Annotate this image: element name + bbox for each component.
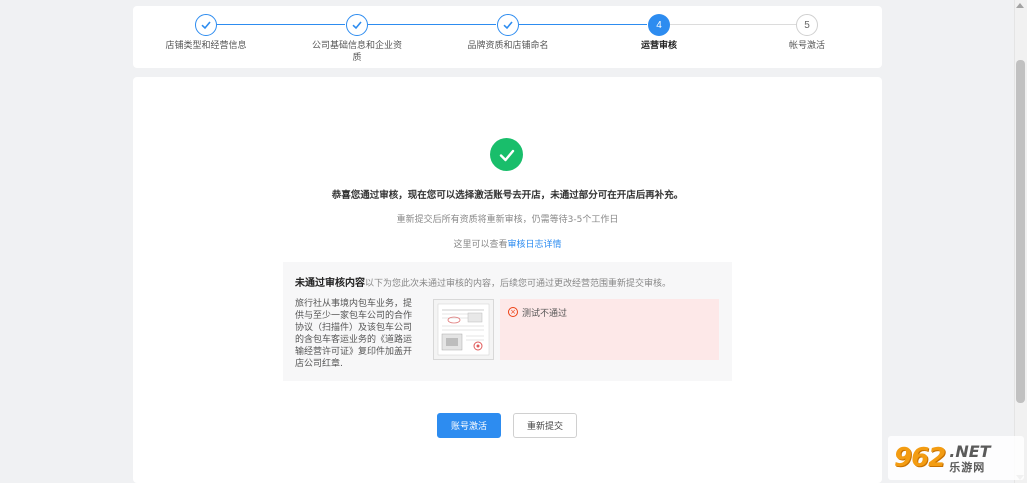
check-icon xyxy=(195,14,217,36)
step-2: 公司基础信息和企业资质 xyxy=(312,6,402,68)
document-image-icon xyxy=(434,300,493,359)
step-1: 店铺类型和经营信息 xyxy=(161,6,251,68)
watermark-right: .NET 乐游网 xyxy=(949,441,991,474)
rejection-reason: 测试不通过 xyxy=(522,309,568,319)
step-number: 4 xyxy=(648,14,670,36)
log-prefix: 这里可以查看 xyxy=(453,240,508,250)
step-label: 品牌资质和店铺命名 xyxy=(467,41,549,51)
step-label: 运营审核 xyxy=(640,41,677,51)
resubmit-button[interactable]: 重新提交 xyxy=(513,413,577,438)
success-message: 恭喜您通过审核，现在您可以选择激活账号去开店，未通过部分可在开店后再补充。 xyxy=(331,190,684,201)
watermark-number: 962 xyxy=(894,443,946,473)
site-watermark: 962 .NET 乐游网 xyxy=(888,436,1024,480)
step-label: 帐号激活 xyxy=(788,41,825,51)
check-icon xyxy=(346,14,368,36)
check-icon xyxy=(497,14,519,36)
review-result-card: 恭喜您通过审核，现在您可以选择激活账号去开店，未通过部分可在开店后再补充。 重新… xyxy=(133,77,882,483)
log-row: 这里可以查看审核日志详情 xyxy=(133,237,882,250)
watermark-site: 乐游网 xyxy=(949,460,986,474)
step-label: 公司基础信息和企业资质 xyxy=(312,41,402,62)
activate-account-button[interactable]: 账号激活 xyxy=(437,413,501,438)
watermark-suffix: .NET xyxy=(949,441,991,461)
steps-bar: 店铺类型和经营信息 公司基础信息和企业资质 品牌资质和店铺命名 4 运营审核 5… xyxy=(133,6,882,68)
scroll-up-icon[interactable] xyxy=(1016,3,1024,8)
document-thumbnail[interactable] xyxy=(433,299,494,360)
error-x-icon: × xyxy=(508,307,518,317)
scrollbar-thumb[interactable] xyxy=(1016,60,1025,403)
vertical-scrollbar[interactable] xyxy=(1014,0,1027,483)
rejection-reason-box: × 测试不通过 xyxy=(500,299,719,360)
rejected-header: 未通过审核内容以下为您此次未通过审核的内容，后续您可通过更改经营范围重新提交审核… xyxy=(295,274,671,289)
audit-log-link[interactable]: 审核日志详情 xyxy=(508,240,562,250)
step-number: 5 xyxy=(796,14,818,36)
rejected-description: 以下为您此次未通过审核的内容，后续您可通过更改经营范围重新提交审核。 xyxy=(365,279,672,289)
resubmit-note: 重新提交后所有资质将重新审核，仍需等待3-5个工作日 xyxy=(396,215,619,225)
step-3: 品牌资质和店铺命名 xyxy=(463,6,553,68)
rejected-item-text: 旅行社从事境内包车业务，提供与至少一家包车公司的合作协议（扫描件）及该包车公司的… xyxy=(295,299,413,369)
step-5: 5 帐号激活 xyxy=(762,6,852,68)
rejected-title: 未通过审核内容 xyxy=(295,278,365,289)
rejected-content-panel: 未通过审核内容以下为您此次未通过审核的内容，后续您可通过更改经营范围重新提交审核… xyxy=(283,262,732,381)
step-label: 店铺类型和经营信息 xyxy=(165,41,247,51)
step-4: 4 运营审核 xyxy=(614,6,704,68)
success-check-icon xyxy=(490,138,523,171)
